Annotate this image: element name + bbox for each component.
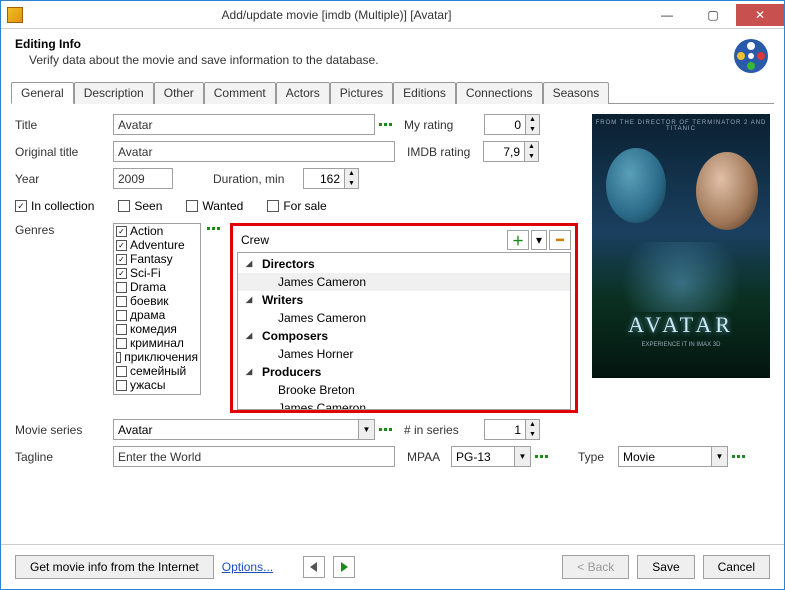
save-button[interactable]: Save (637, 555, 694, 579)
options-link[interactable]: Options... (222, 560, 273, 574)
year-label: Year (15, 172, 113, 186)
edit-dots-icon[interactable] (535, 455, 548, 458)
page-title: Editing Info (15, 37, 732, 51)
titlebar[interactable]: Add/update movie [imdb (Multiple)] [Avat… (1, 1, 784, 29)
imdbrating-spinner[interactable]: ▲▼ (483, 141, 539, 162)
genre-item[interactable]: семейный (114, 364, 200, 378)
duration-label: Duration, min (213, 172, 303, 186)
get-info-button[interactable]: Get movie info from the Internet (15, 555, 214, 579)
back-button: < Back (562, 555, 629, 579)
tab-description[interactable]: Description (74, 82, 154, 104)
mpaa-select[interactable]: PG-13▼ (451, 446, 531, 467)
genre-item[interactable]: криминал (114, 336, 200, 350)
ninseries-spinner[interactable]: ▲▼ (484, 419, 540, 440)
minimize-button[interactable]: — (644, 4, 690, 26)
otitle-label: Original title (15, 145, 113, 159)
imdbrating-label: IMDB rating (407, 145, 483, 159)
crew-person[interactable]: James Cameron (238, 309, 570, 327)
type-label: Type (578, 450, 618, 464)
seen-check[interactable]: Seen (118, 199, 162, 213)
genre-item[interactable]: комедия (114, 322, 200, 336)
edit-dots-icon[interactable] (732, 455, 745, 458)
edit-dots-icon[interactable] (379, 428, 392, 431)
crew-remove-button[interactable]: ━ (549, 230, 571, 250)
crew-person[interactable]: James Cameron (238, 399, 570, 410)
title-label: Title (15, 118, 113, 132)
genres-list[interactable]: ✓Action✓Adventure✓Fantasy✓Sci-FiDramaбое… (113, 223, 201, 395)
genre-item[interactable]: ✓Sci-Fi (114, 266, 200, 280)
window-title: Add/update movie [imdb (Multiple)] [Avat… (29, 8, 644, 22)
tab-actors[interactable]: Actors (276, 82, 330, 104)
mpaa-label: MPAA (407, 450, 451, 464)
app-icon (7, 7, 23, 23)
tab-pictures[interactable]: Pictures (330, 82, 393, 104)
genre-item[interactable]: ужасы (114, 378, 200, 392)
myrating-spinner[interactable]: ▲▼ (484, 114, 540, 135)
crew-group[interactable]: Writers (238, 291, 570, 309)
edit-dots-icon[interactable] (379, 123, 392, 126)
wanted-check[interactable]: Wanted (186, 199, 243, 213)
crew-add-button[interactable]: ＋ (507, 230, 529, 250)
page-subtitle: Verify data about the movie and save inf… (29, 53, 732, 67)
myrating-label: My rating (404, 118, 484, 132)
close-button[interactable]: ✕ (736, 4, 784, 26)
tab-other[interactable]: Other (154, 82, 204, 104)
crew-group[interactable]: Producers (238, 363, 570, 381)
genre-item[interactable]: приключения (114, 350, 200, 364)
chevron-up-icon: ▲ (526, 115, 539, 125)
edit-dots-icon[interactable] (207, 227, 220, 230)
genre-item[interactable]: Drama (114, 280, 200, 294)
ninseries-label: # in series (404, 423, 484, 437)
prev-button[interactable] (303, 556, 325, 578)
title-input[interactable] (113, 114, 375, 135)
genre-item[interactable]: ✓Adventure (114, 238, 200, 252)
tab-general[interactable]: General (11, 82, 74, 104)
genre-item[interactable]: драма (114, 308, 200, 322)
chevron-down-icon: ▼ (526, 125, 539, 135)
genre-item[interactable]: ✓Fantasy (114, 252, 200, 266)
crew-dropdown-button[interactable]: ▾ (531, 230, 547, 250)
crew-group[interactable]: Composers (238, 327, 570, 345)
crew-person[interactable]: Brooke Breton (238, 381, 570, 399)
cancel-button[interactable]: Cancel (703, 555, 770, 579)
duration-spinner[interactable]: ▲▼ (303, 168, 359, 189)
genre-item[interactable]: ✓Action (114, 224, 200, 238)
maximize-button[interactable]: ▢ (690, 4, 736, 26)
tabstrip: GeneralDescriptionOtherCommentActorsPict… (11, 81, 774, 104)
genre-item[interactable]: боевик (114, 294, 200, 308)
crew-group[interactable]: Directors (238, 255, 570, 273)
crew-panel: Crew ＋ ▾ ━ DirectorsJames CameronWriters… (230, 223, 578, 413)
crew-tree[interactable]: DirectorsJames CameronWritersJames Camer… (237, 252, 571, 410)
tab-comment[interactable]: Comment (204, 82, 276, 104)
movie-poster: FROM THE DIRECTOR OF TERMINATOR 2 AND TI… (592, 114, 770, 378)
movieseries-label: Movie series (15, 423, 113, 437)
movie-reel-icon (732, 37, 770, 75)
tab-connections[interactable]: Connections (456, 82, 543, 104)
movieseries-select[interactable]: Avatar▼ (113, 419, 375, 440)
crew-person[interactable]: James Horner (238, 345, 570, 363)
tagline-label: Tagline (15, 450, 113, 464)
crew-person[interactable]: James Cameron (238, 273, 570, 291)
for-sale-check[interactable]: For sale (267, 199, 326, 213)
type-select[interactable]: Movie▼ (618, 446, 728, 467)
next-button[interactable] (333, 556, 355, 578)
genres-label: Genres (15, 223, 54, 237)
year-input[interactable] (113, 168, 173, 189)
in-collection-check[interactable]: ✓In collection (15, 199, 94, 213)
genre-item[interactable]: фантастика (114, 392, 200, 395)
tab-editions[interactable]: Editions (393, 82, 456, 104)
crew-label: Crew (237, 233, 505, 247)
otitle-input[interactable] (113, 141, 395, 162)
tagline-input[interactable] (113, 446, 395, 467)
tab-seasons[interactable]: Seasons (543, 82, 610, 104)
